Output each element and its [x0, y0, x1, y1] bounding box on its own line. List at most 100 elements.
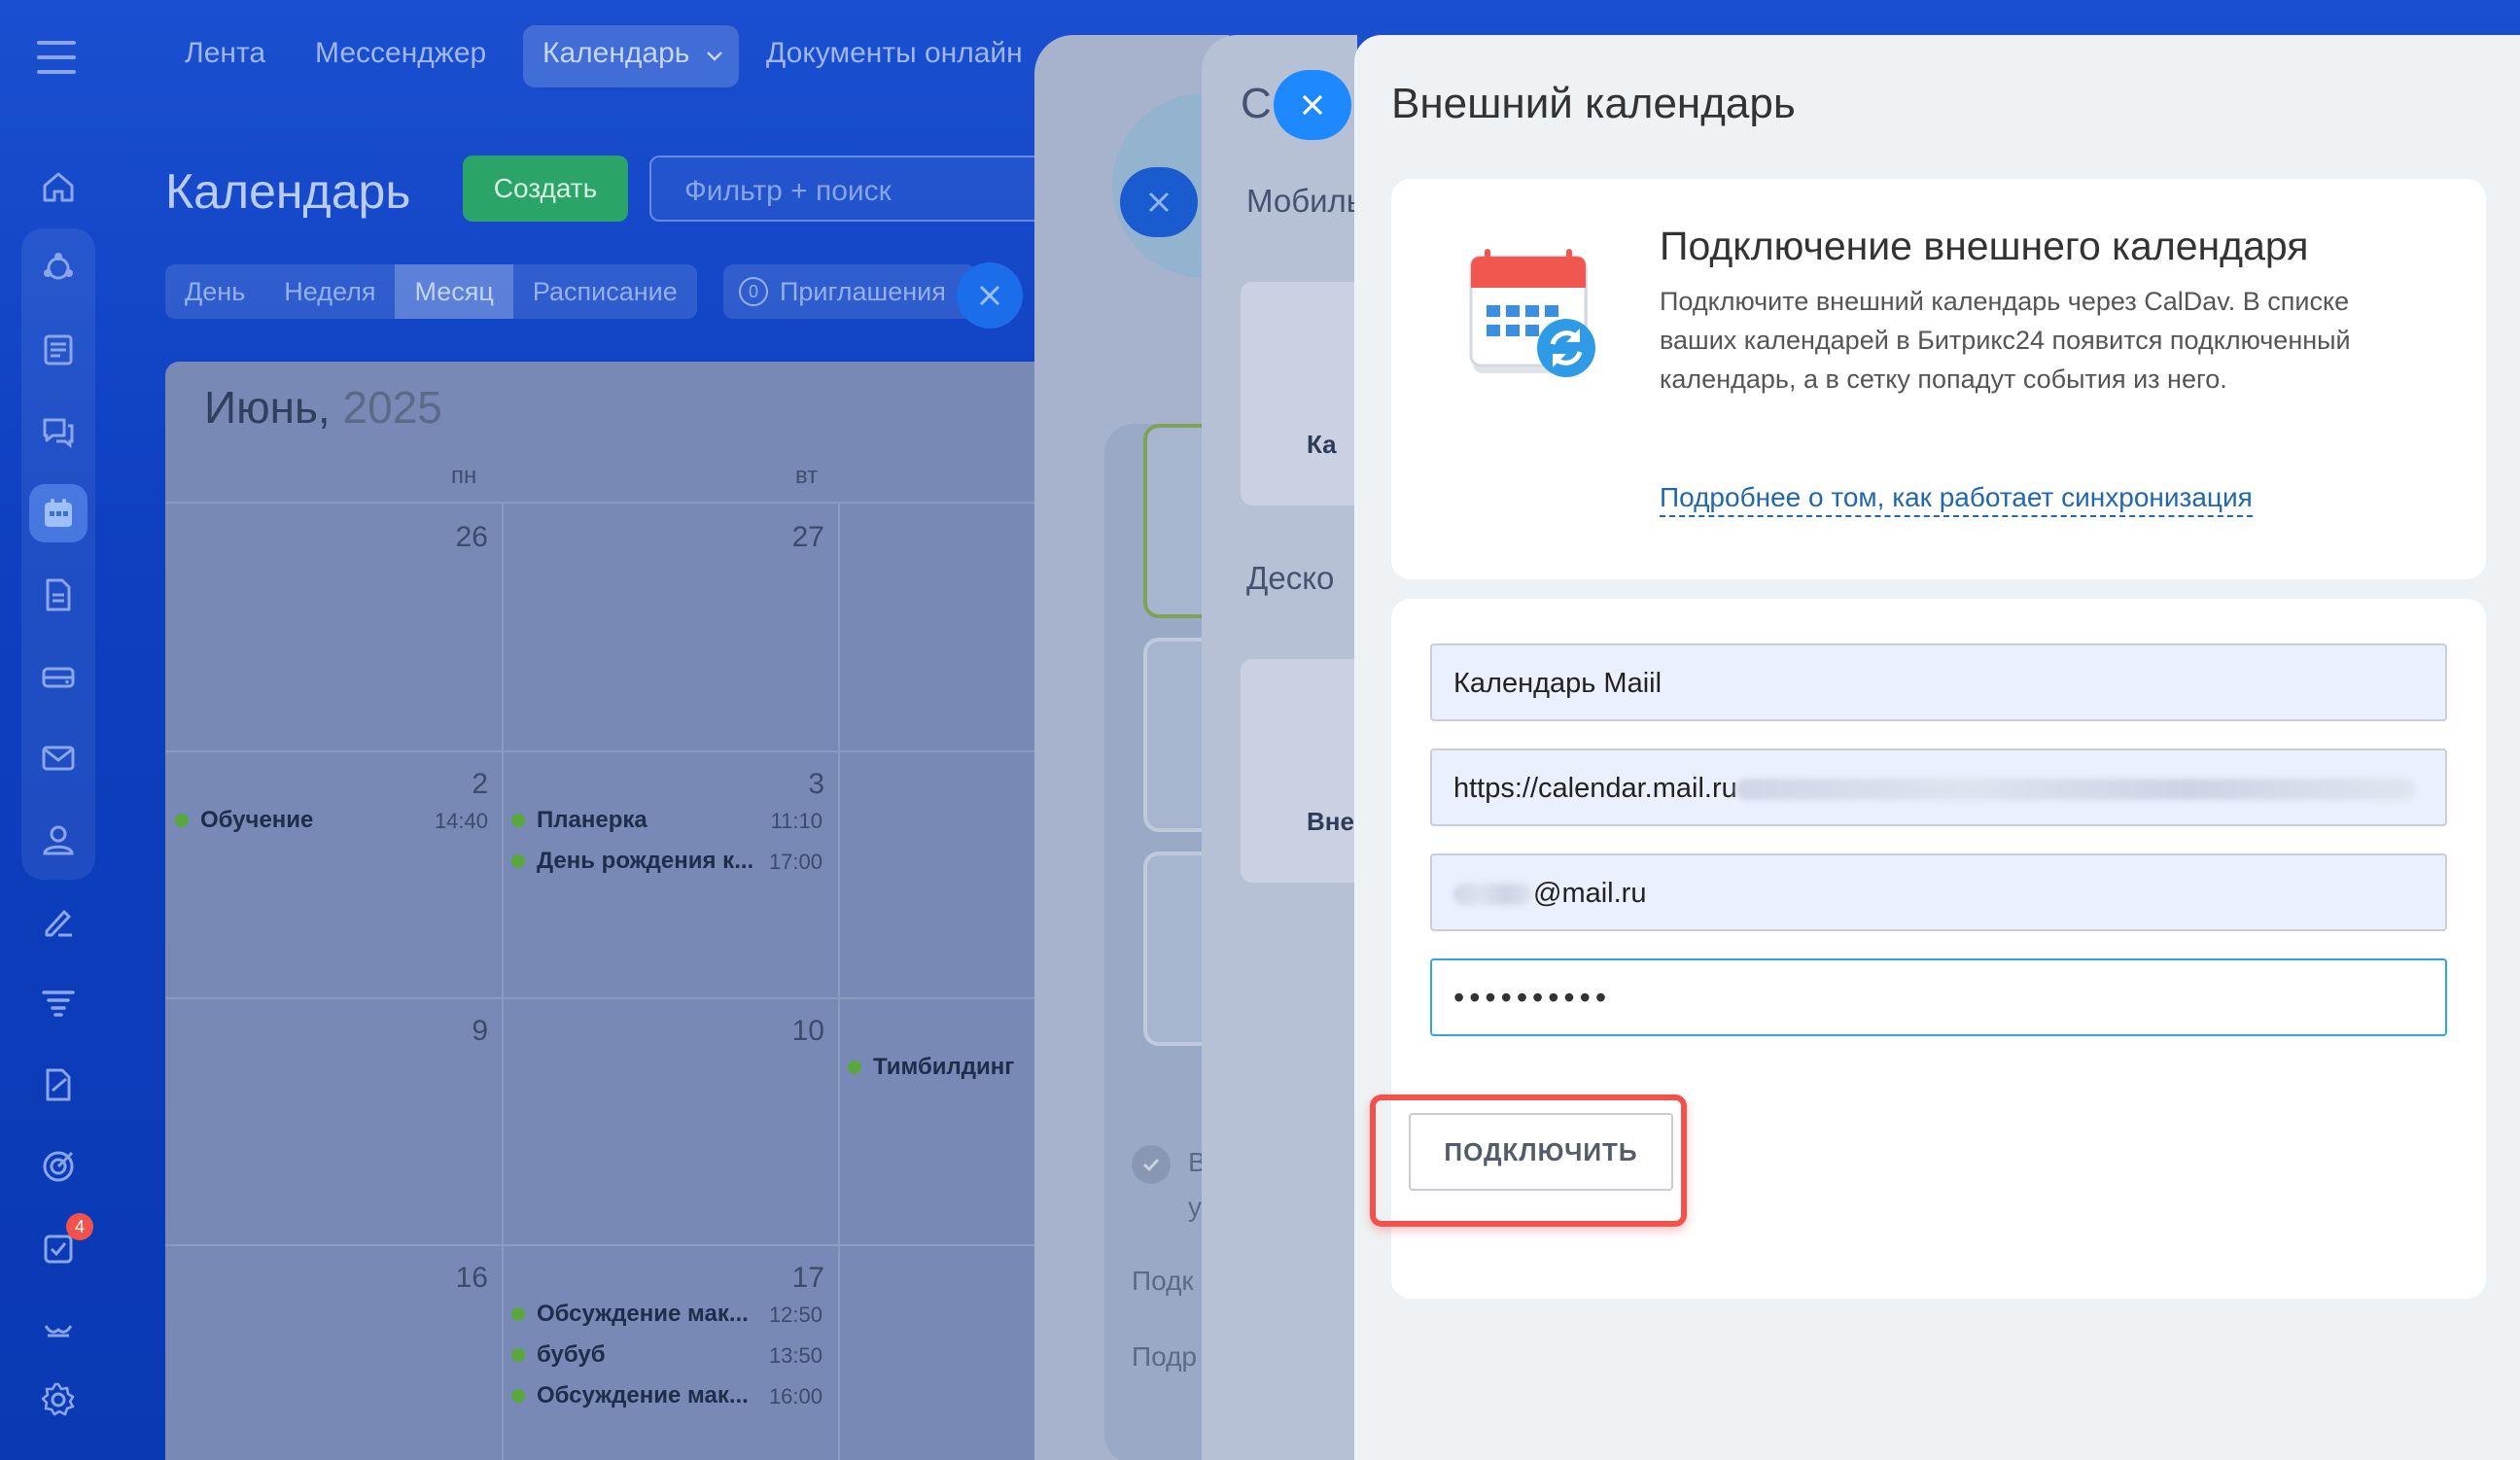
weekday-tue: вт [795, 463, 819, 489]
calendar-event[interactable]: Тимбилдинг [848, 1054, 1014, 1081]
info-description: Подключите внешний календарь через CalDa… [1660, 287, 2351, 394]
hamburger-icon[interactable] [37, 41, 76, 74]
tasks-badge: 4 [66, 1213, 93, 1240]
document-icon[interactable] [29, 566, 88, 624]
event-title: Обучение [200, 807, 314, 833]
calendar-event[interactable]: Обсуждение мак... [511, 1301, 749, 1328]
view-tab-schedule[interactable]: Расписание [513, 264, 697, 319]
sync-help-link[interactable]: Подробнее о том, как работает синхрониза… [1660, 482, 2253, 517]
invitations-label: Приглашения [780, 276, 946, 306]
chat-icon[interactable] [29, 402, 88, 461]
bitrix-icon[interactable] [29, 1301, 88, 1359]
calendar-event[interactable]: Обучение [175, 807, 313, 834]
server-url-value: https://calendar.mail.ru [1453, 773, 1737, 804]
event-dot [848, 1060, 861, 1074]
day-number[interactable]: 17 [766, 1262, 824, 1295]
info-card: Подключение внешнего календаря Подключит… [1391, 179, 2486, 579]
nav-item-feed[interactable]: Лента [185, 37, 265, 70]
external-calendar-panel: Внешний календарь Подключение внешнего к… [1354, 35, 2520, 1460]
invitations-button[interactable]: 0 Приглашения [723, 264, 976, 319]
event-title: бубуб [537, 1341, 606, 1368]
nav-item-calendar-label: Календарь [542, 37, 690, 69]
filter-search-input[interactable]: Фильтр + поиск [649, 156, 1058, 222]
calendar-sync-icon [1467, 249, 1613, 385]
filter-icon[interactable] [29, 974, 88, 1032]
nav-item-documents[interactable]: Документы онлайн [766, 37, 1023, 70]
nav-item-calendar[interactable]: Календарь [542, 37, 723, 70]
panel-title: Внешний календарь [1391, 80, 1796, 127]
server-url-field[interactable]: https://calendar.mail.ru [1430, 748, 2447, 826]
event-time: 12:50 [768, 1303, 822, 1327]
calendar-event[interactable]: бубуб [511, 1341, 606, 1369]
plugin-icon[interactable] [29, 239, 88, 297]
calendar-event[interactable]: День рождения к... [511, 848, 753, 875]
nav-item-messenger[interactable]: Мессенджер [315, 37, 486, 70]
background-slider-panel [1034, 35, 1297, 1460]
slider-card-label: Ка [1307, 430, 1337, 459]
slider-card[interactable]: Ка [1241, 282, 1357, 505]
filter-placeholder: Фильтр + поиск [684, 175, 892, 207]
year-label: 2025 [342, 382, 442, 433]
create-button[interactable]: Создать [463, 156, 628, 222]
day-number[interactable]: 16 [430, 1262, 488, 1295]
event-dot [511, 814, 525, 827]
event-time: 13:50 [768, 1343, 822, 1368]
close-icon[interactable] [1120, 167, 1198, 237]
calendar-icon[interactable] [29, 484, 88, 542]
day-number[interactable]: 3 [766, 768, 824, 801]
connect-button[interactable]: ПОДКЛЮЧИТЬ [1409, 1113, 1673, 1191]
slider-card[interactable]: Вне [1241, 659, 1357, 883]
users-icon[interactable] [29, 811, 88, 869]
view-tab-week[interactable]: Неделя [264, 264, 395, 319]
info-heading: Подключение внешнего календаря [1660, 224, 2309, 268]
day-number[interactable]: 2 [430, 768, 488, 801]
sign-icon[interactable] [29, 892, 88, 951]
event-dot [511, 854, 525, 868]
chevron-down-icon [706, 51, 723, 62]
mail-icon[interactable] [29, 729, 88, 787]
slider-title: С [1241, 80, 1272, 127]
login-field[interactable]: @mail.ru [1430, 853, 2447, 931]
calendar-name-field[interactable]: Календарь Maiil [1430, 643, 2447, 721]
slider-link[interactable]: Подр [1132, 1341, 1197, 1373]
view-switcher: День Неделя Месяц Расписание [165, 264, 697, 319]
view-tab-day[interactable]: День [165, 264, 264, 319]
event-time: 16:00 [768, 1384, 822, 1408]
close-icon[interactable] [1274, 70, 1351, 140]
page-title: Календарь [165, 164, 411, 219]
settings-icon[interactable] [29, 1371, 88, 1429]
day-number[interactable]: 26 [430, 521, 488, 554]
event-title: Тимбилдинг [873, 1054, 1015, 1080]
slider-section: Деско [1246, 560, 1335, 596]
view-tab-month[interactable]: Месяц [395, 264, 513, 319]
drive-icon[interactable] [29, 647, 88, 706]
event-title: Планерка [537, 807, 648, 833]
background-slider-panel: С Мобиль Ка Деско Вне [1202, 35, 1357, 1460]
slider-link[interactable]: Подк [1132, 1266, 1194, 1297]
target-icon[interactable] [29, 1137, 88, 1196]
calendar-month: Июнь, 2025 [204, 381, 442, 434]
password-field[interactable]: •••••••••• [1430, 958, 2447, 1036]
slider-section: Мобиль [1246, 183, 1357, 219]
event-title: День рождения к... [537, 848, 754, 874]
home-icon[interactable] [29, 157, 88, 216]
month-label: Июнь, [204, 382, 331, 433]
calendar-event[interactable]: Планерка [511, 807, 648, 834]
event-title: Обсуждение мак... [537, 1301, 749, 1327]
day-number[interactable]: 10 [766, 1015, 824, 1048]
event-time: 14:40 [434, 809, 488, 833]
event-dot [511, 1348, 525, 1362]
calendar-event[interactable]: Обсуждение мак... [511, 1382, 749, 1409]
event-dot [175, 814, 189, 827]
newspaper-icon[interactable] [29, 321, 88, 379]
day-number[interactable]: 9 [430, 1015, 488, 1048]
close-icon[interactable] [957, 262, 1023, 329]
grid-line [838, 502, 840, 1460]
form-icon[interactable] [29, 1056, 88, 1114]
slider-card-label: Вне [1307, 807, 1354, 836]
blurred-text [1453, 884, 1533, 905]
grid-line [165, 502, 1040, 504]
blurred-text [1735, 779, 2416, 800]
day-number[interactable]: 27 [766, 521, 824, 554]
tasks-icon[interactable]: 4 [29, 1213, 93, 1277]
